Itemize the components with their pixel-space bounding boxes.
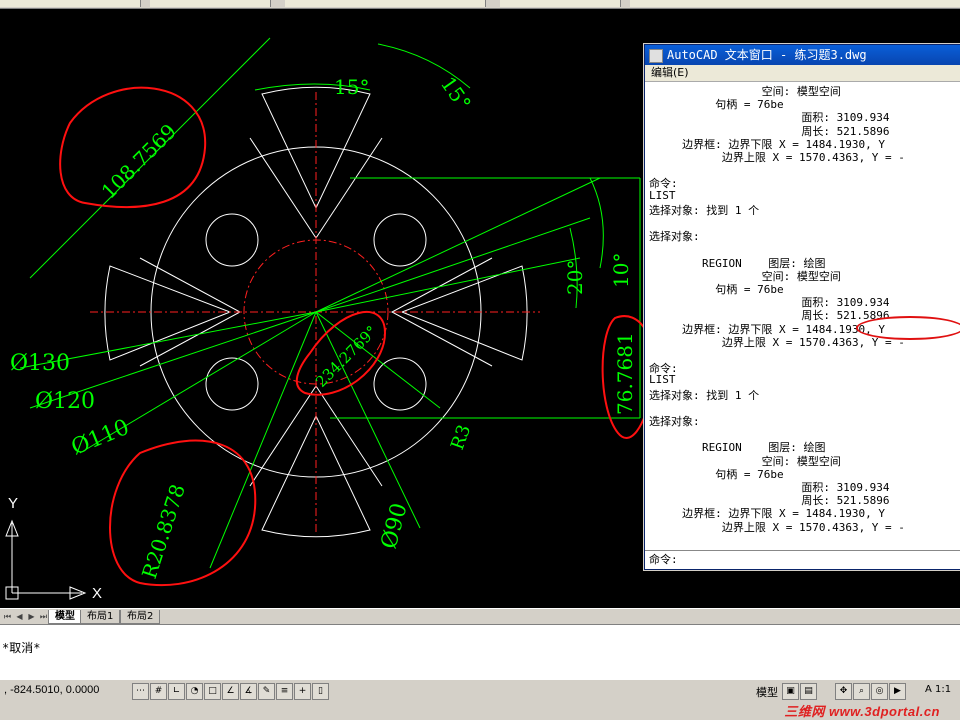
lwt-toggle-icon[interactable]: ≡ xyxy=(276,683,293,700)
qp-toggle-icon[interactable]: + xyxy=(294,683,311,700)
toolbar-segment[interactable] xyxy=(0,0,141,7)
snap-toggle-icon[interactable]: ⋯ xyxy=(132,683,149,700)
dim-ang15b[interactable]: 15° xyxy=(436,72,476,115)
ucs-x-label: X xyxy=(92,585,102,602)
model-space-label[interactable]: 模型 xyxy=(756,684,778,700)
history-line: 选择对象: 找到 1 个 xyxy=(649,203,760,217)
history-line: 选择对象: 找到 1 个 xyxy=(649,388,760,402)
prev-tab-icon[interactable]: ◀ xyxy=(14,611,25,622)
site-watermark: 三维网 www.3dportal.cn xyxy=(784,704,940,719)
toolbar-segment[interactable] xyxy=(285,0,486,7)
toolbar-segment[interactable] xyxy=(500,0,621,7)
text-window[interactable]: AutoCAD 文本窗口 - 练习题3.dwg 编辑(E) 空间: 模型空间 句… xyxy=(644,44,960,570)
history-line: 边界上限 X = 1570.4363, Y = - xyxy=(649,335,905,349)
dimension-lines xyxy=(19,37,641,569)
history-line: LIST xyxy=(649,373,676,387)
command-line[interactable]: *取消* xyxy=(0,624,960,680)
polar-toggle-icon[interactable]: ◔ xyxy=(186,683,203,700)
history-line: 边界上限 X = 1570.4363, Y = - xyxy=(649,151,905,164)
autocad-icon xyxy=(649,49,663,63)
text-window-titlebar[interactable]: AutoCAD 文本窗口 - 练习题3.dwg xyxy=(645,45,960,65)
dim-d110[interactable]: Ø110 xyxy=(68,415,133,461)
pan-icon[interactable]: ✥ xyxy=(835,683,852,700)
watermark-bar: 三维网 www.3dportal.cn xyxy=(0,701,960,720)
command-history-line: *取消* xyxy=(2,641,41,655)
text-window-prompt[interactable]: 命令: xyxy=(645,550,960,569)
tab-model[interactable]: 模型 xyxy=(48,610,82,624)
zoom-icon[interactable]: ⌕ xyxy=(853,683,870,700)
layout-icon[interactable]: ▣ xyxy=(782,683,799,700)
history-line: 选择对象: xyxy=(649,415,700,428)
dim-d120[interactable]: Ø120 xyxy=(35,389,95,414)
tab-layout1[interactable]: 布局1 xyxy=(80,610,121,624)
history-line: LIST xyxy=(649,188,676,202)
text-window-menu: 编辑(E) xyxy=(645,65,960,82)
dim-r20[interactable]: R20.8378 xyxy=(137,481,190,581)
dim-d130[interactable]: Ø130 xyxy=(10,351,70,376)
ducs-toggle-icon[interactable]: ∡ xyxy=(240,683,257,700)
dim-r3[interactable]: R3 xyxy=(447,422,475,453)
dim-len76[interactable]: 76.7681 xyxy=(613,332,637,415)
dim-len234[interactable]: 234.2769° xyxy=(312,322,381,391)
layout-icon[interactable]: ▤ xyxy=(800,683,817,700)
first-tab-icon[interactable]: ⏮ xyxy=(2,611,13,622)
dim-ang20[interactable]: 20° xyxy=(563,260,587,295)
osnap-toggle-icon[interactable]: □ xyxy=(204,683,221,700)
grid-toggle-icon[interactable]: # xyxy=(150,683,167,700)
annotation-scale[interactable]: A 1:1 xyxy=(925,684,951,695)
otrack-toggle-icon[interactable]: ∠ xyxy=(222,683,239,700)
ortho-toggle-icon[interactable]: ∟ xyxy=(168,683,185,700)
tpy-toggle-icon[interactable]: ▯ xyxy=(312,683,329,700)
layout-tab-bar: ⏮ ◀ ▶ ⏭ 模型 布局1 布局2 xyxy=(0,608,960,625)
status-bar: , -824.5010, 0.0000 ⋯ # ∟ ◔ □ ∠ ∡ ✎ ≡ + … xyxy=(0,679,960,702)
toolbar-segment[interactable] xyxy=(150,0,271,7)
steering-wheel-icon[interactable]: ◎ xyxy=(871,683,888,700)
coordinate-readout: , -824.5010, 0.0000 xyxy=(4,684,100,696)
ucs-y-label: Y xyxy=(8,495,18,512)
tab-layout2[interactable]: 布局2 xyxy=(120,610,161,624)
ucs-icon xyxy=(5,519,87,600)
next-tab-icon[interactable]: ▶ xyxy=(26,611,37,622)
dim-ang10[interactable]: 10° xyxy=(609,253,633,288)
menu-edit[interactable]: 编辑(E) xyxy=(651,66,689,79)
toolbar-segment[interactable] xyxy=(630,0,960,7)
dim-d90[interactable]: Ø90 xyxy=(377,501,413,552)
dim-len108[interactable]: 108.7569 xyxy=(97,119,181,203)
dyn-toggle-icon[interactable]: ✎ xyxy=(258,683,275,700)
perimeter-highlight xyxy=(856,316,960,340)
history-line: 边界上限 X = 1570.4363, Y = - xyxy=(649,520,905,534)
history-line: 选择对象: xyxy=(649,230,700,244)
text-window-title: AutoCAD 文本窗口 - 练习题3.dwg xyxy=(667,48,867,62)
dim-ang15a[interactable]: 15° xyxy=(334,75,369,99)
showmotion-icon[interactable]: ▶ xyxy=(889,683,906,700)
